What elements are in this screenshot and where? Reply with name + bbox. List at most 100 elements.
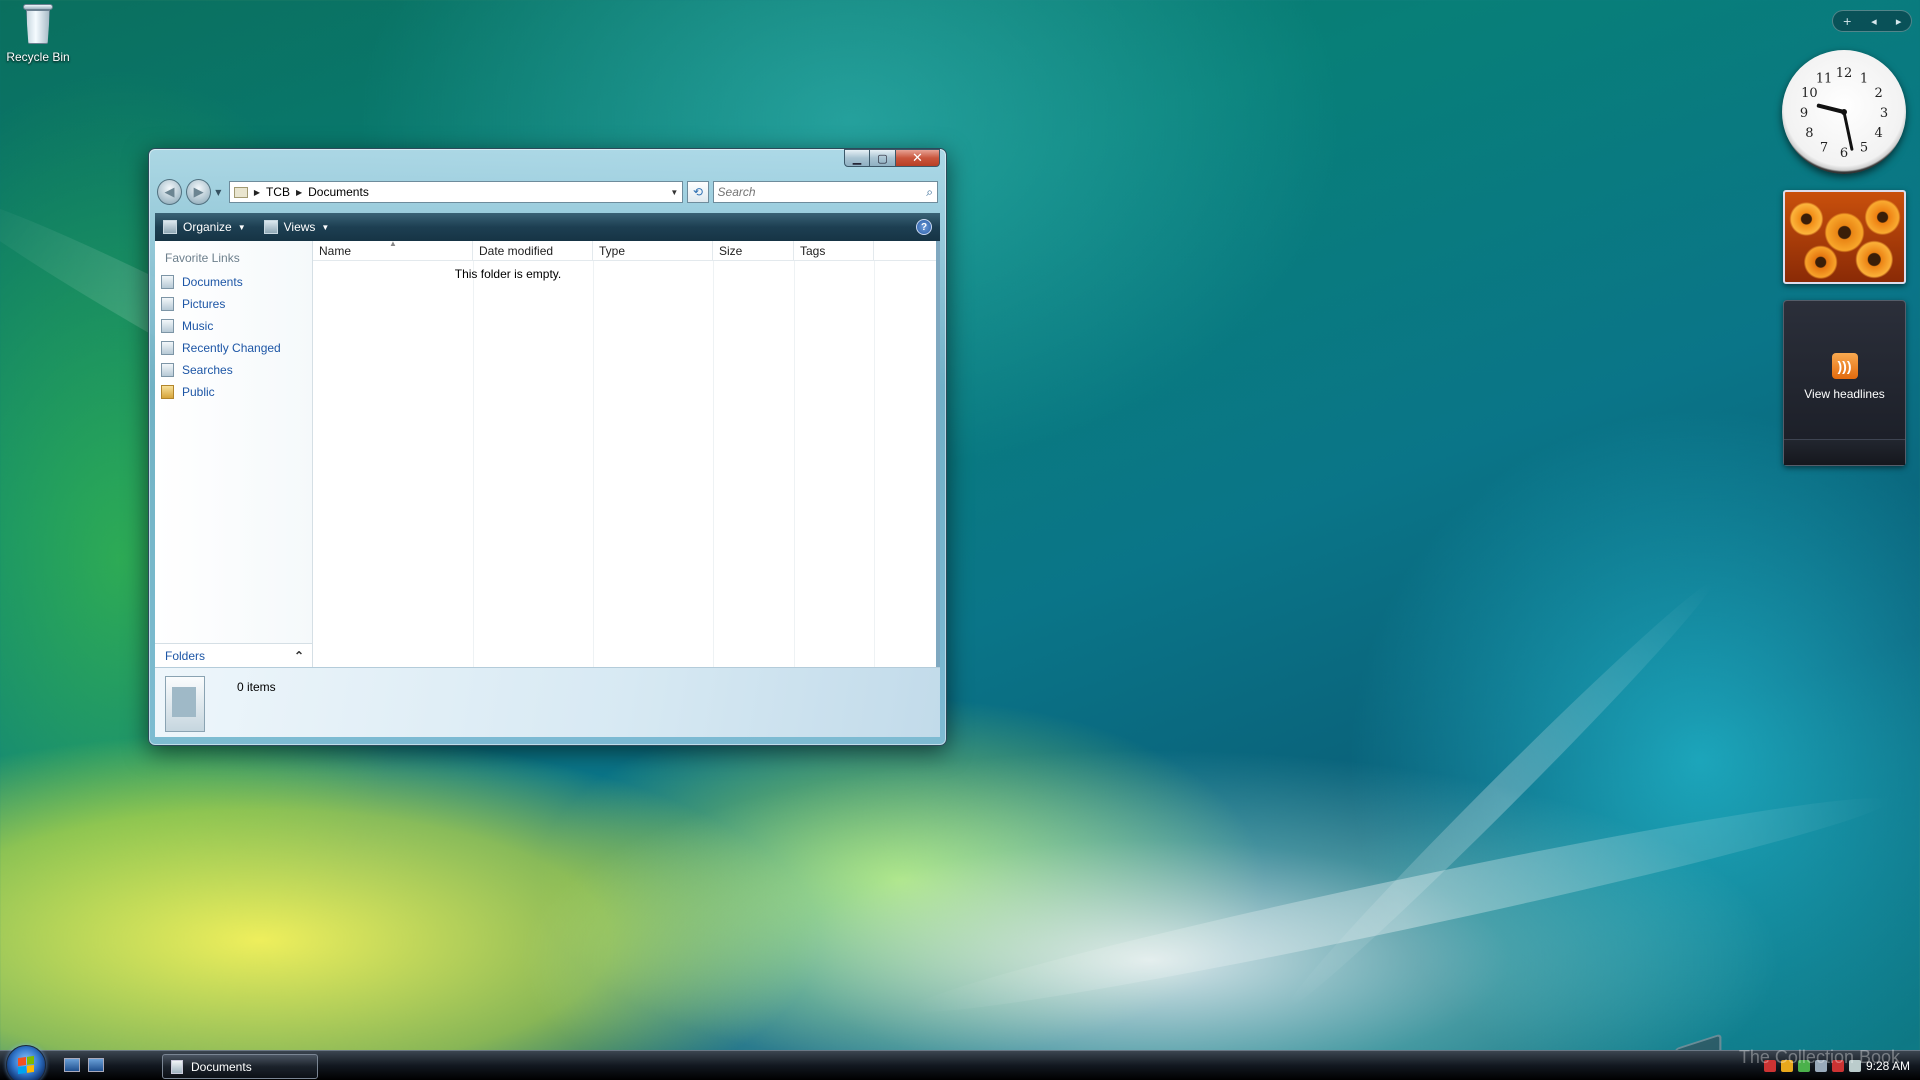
documents-folder-icon (165, 676, 205, 732)
taskbar-button-label: Documents (191, 1059, 252, 1074)
clock-gadget[interactable]: 12 1 2 3 4 5 6 7 8 9 10 11 (1782, 50, 1906, 174)
item-count: 0 items (237, 680, 276, 694)
favorite-links-title: Favorite Links (165, 251, 240, 265)
recycle-bin[interactable]: Recycle Bin (6, 2, 70, 64)
recycle-bin-icon (21, 2, 55, 46)
clock-numeral: 2 (1875, 86, 1883, 101)
clock-minute-hand (1842, 110, 1854, 151)
content-area: Favorite Links Documents Pictures Music … (155, 239, 940, 667)
clock-numeral: 6 (1840, 146, 1848, 161)
sort-ascending-icon: ▲ (389, 239, 397, 248)
wallpaper-streak (1277, 572, 1723, 1018)
navigation-bar: ◀ ▶ ▼ ▶ TCB ▶ Documents ▼ ⟲ ⌕ (157, 179, 939, 205)
watermark-text: The Collection Book (1738, 1047, 1900, 1067)
forward-button[interactable]: ▶ (186, 179, 212, 205)
clock-numeral: 4 (1875, 126, 1883, 141)
column-header-size[interactable]: Size (713, 241, 794, 260)
column-header-tags[interactable]: Tags (794, 241, 874, 260)
organize-label: Organize (183, 220, 232, 234)
clock-numeral: 7 (1820, 141, 1828, 156)
caption-buttons: ▁ ▢ ✕ (844, 149, 940, 167)
recycle-bin-label: Recycle Bin (6, 50, 70, 64)
column-header-date-modified[interactable]: Date modified (473, 241, 593, 260)
clock-numeral: 11 (1816, 71, 1833, 86)
close-button[interactable]: ✕ (896, 149, 940, 167)
switch-windows-icon[interactable] (88, 1058, 104, 1072)
navigation-pane: Favorite Links Documents Pictures Music … (155, 241, 313, 667)
clock-numeral: 1 (1860, 71, 1868, 86)
view-headlines-label: View headlines (1804, 387, 1885, 401)
folders-label: Folders (165, 648, 206, 663)
sidebar-item-documents[interactable]: Documents (155, 271, 312, 293)
clock-numeral: 10 (1801, 86, 1818, 101)
breadcrumb-separator-icon[interactable]: ▶ (296, 188, 302, 197)
clock-numeral: 5 (1860, 141, 1868, 156)
chevron-up-icon: ⌃ (293, 648, 304, 663)
refresh-button[interactable]: ⟲ (687, 181, 709, 203)
documents-icon (161, 275, 174, 289)
sidebar-item-label: Public (182, 385, 215, 399)
sidebar-item-searches[interactable]: Searches (155, 359, 312, 381)
column-separators (313, 261, 940, 667)
views-icon (263, 220, 278, 234)
breadcrumb-tcb[interactable]: TCB (266, 185, 290, 199)
chevron-down-icon: ▼ (237, 222, 246, 232)
recent-pages-dropdown[interactable]: ▼ (215, 188, 225, 197)
command-bar: Organize ▼ Views ▼ ? (155, 213, 940, 241)
taskbar: Documents 9:28 AM (0, 1045, 1920, 1080)
help-icon[interactable]: ? (916, 219, 932, 235)
address-dropdown-icon[interactable]: ▼ (670, 188, 678, 197)
pictures-icon (161, 297, 174, 311)
clock-numeral: 3 (1880, 106, 1888, 121)
explorer-window[interactable]: ▁ ▢ ✕ ◀ ▶ ▼ ▶ TCB ▶ Documents ▼ ⟲ ⌕ Orga… (148, 148, 947, 746)
previous-icon[interactable]: ◂ (1871, 15, 1877, 28)
feed-footer (1784, 439, 1905, 465)
clock-face: 12 12 3 45678 9 1011 (1800, 66, 1888, 161)
sidebar-item-public[interactable]: Public (155, 381, 312, 403)
file-list[interactable]: ▲ Name Date modified Type Size Tags This… (313, 239, 940, 667)
clock-hour-hand (1816, 103, 1846, 114)
minimize-button[interactable]: ▁ (844, 149, 870, 167)
slideshow-gadget[interactable] (1783, 190, 1906, 284)
chevron-down-icon[interactable]: ▼ (321, 223, 329, 232)
organize-icon (163, 220, 177, 234)
sidebar-item-pictures[interactable]: Pictures (155, 293, 312, 315)
feed-headlines-gadget[interactable]: ))) View headlines (1783, 300, 1906, 466)
next-icon[interactable]: ▸ (1896, 15, 1902, 28)
breadcrumb-documents[interactable]: Documents (308, 185, 369, 199)
sidebar-item-music[interactable]: Music (155, 315, 312, 337)
search-input[interactable] (717, 185, 918, 199)
search-icon[interactable]: ⌕ (926, 185, 933, 200)
add-gadget-icon[interactable]: + (1843, 15, 1852, 28)
views-label: Views (283, 220, 316, 234)
column-header-type[interactable]: Type (593, 241, 713, 260)
vertical-scrollbar[interactable] (936, 241, 940, 667)
back-button[interactable]: ◀ (157, 179, 183, 205)
clock-numeral: 9 (1800, 106, 1808, 121)
folder-icon (171, 1059, 183, 1074)
sidebar-item-recently-changed[interactable]: Recently Changed (155, 337, 312, 359)
folder-icon (233, 186, 248, 198)
public-folder-icon (161, 385, 174, 399)
breadcrumb-separator-icon[interactable]: ▶ (254, 188, 260, 197)
clock-numeral: 8 (1805, 126, 1813, 141)
taskbar-button-documents[interactable]: Documents (162, 1054, 318, 1079)
maximize-button[interactable]: ▢ (870, 149, 896, 167)
address-bar[interactable]: ▶ TCB ▶ Documents ▼ (228, 181, 684, 203)
sidebar-controls: + ◂ ▸ (1832, 10, 1912, 32)
show-desktop-icon[interactable] (64, 1058, 80, 1072)
sidebar-item-label: Documents (182, 275, 243, 289)
clock-numeral: 12 (1836, 66, 1853, 81)
start-button[interactable] (6, 1045, 46, 1080)
details-pane: 0 items (155, 667, 940, 737)
sidebar-item-label: Searches (182, 363, 233, 377)
search-box[interactable]: ⌕ (712, 181, 939, 203)
folders-toggle[interactable]: Folders ⌃ (155, 643, 312, 667)
sidebar-item-label: Pictures (182, 297, 226, 311)
rss-icon: ))) (1831, 353, 1858, 379)
organize-menu[interactable]: Organize ▼ (163, 220, 246, 234)
recently-changed-icon (161, 341, 174, 355)
sidebar-item-label: Music (182, 319, 214, 333)
views-menu[interactable]: Views ▼ (263, 220, 329, 234)
windows-logo-icon (18, 1055, 34, 1075)
